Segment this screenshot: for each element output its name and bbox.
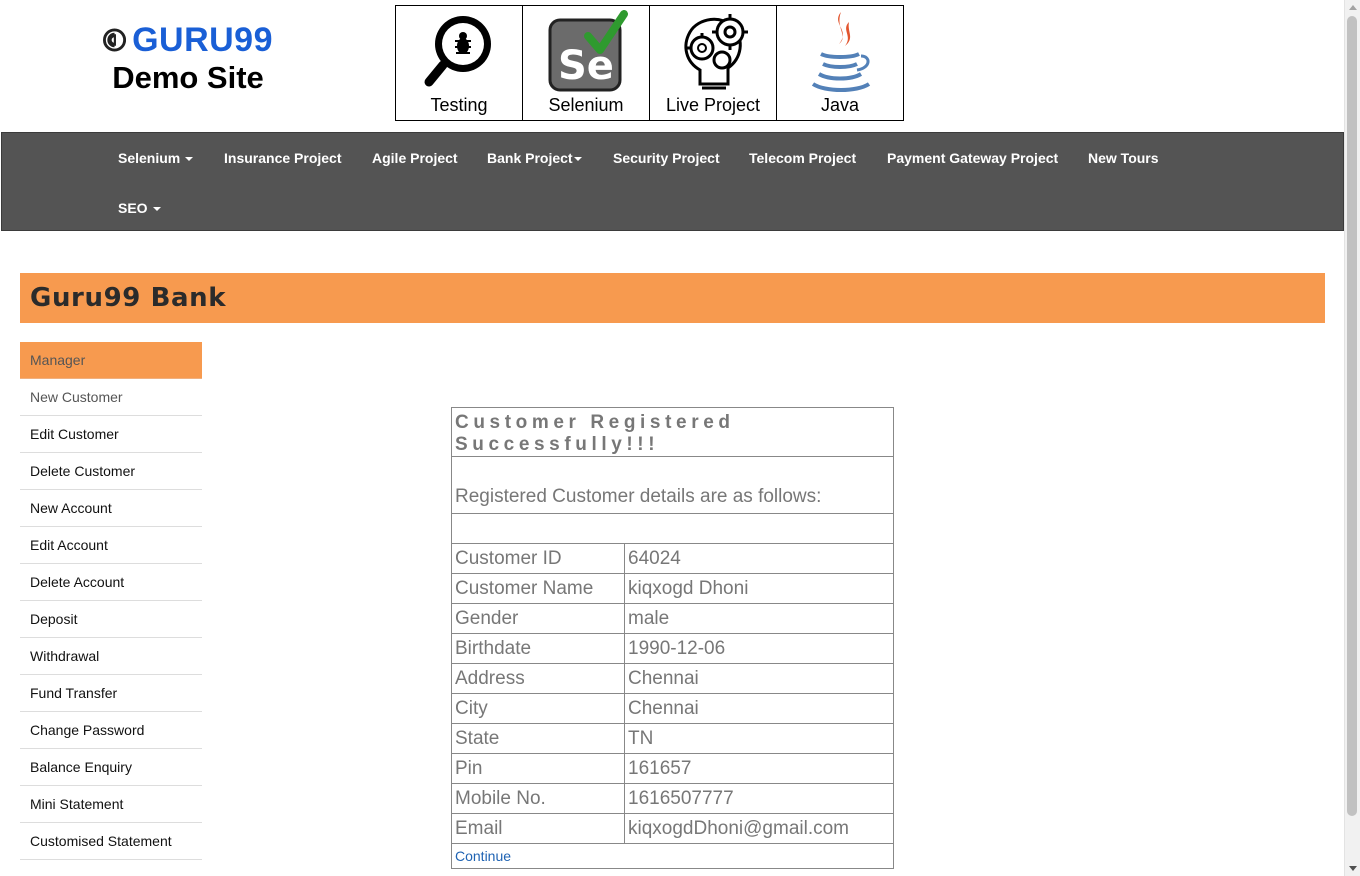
field-label: Email [451, 813, 625, 844]
field-value: 1990-12-06 [624, 633, 894, 664]
nav-new-tours[interactable]: New Tours [1088, 150, 1159, 166]
nav-telecom-project[interactable]: Telecom Project [749, 150, 856, 166]
main-navbar: Selenium Insurance Project Agile Project… [1, 132, 1344, 231]
sidebar-item-withdrawal[interactable]: Withdrawal [20, 638, 202, 675]
field-label: City [451, 693, 625, 724]
topic-selenium[interactable]: Se Selenium [522, 5, 650, 121]
nav-payment-gateway-project[interactable]: Payment Gateway Project [887, 150, 1058, 166]
table-row: Address Chennai [451, 663, 894, 694]
field-value: 64024 [624, 543, 894, 574]
field-label: Gender [451, 603, 625, 634]
magnifier-bug-icon [424, 16, 491, 87]
caret-down-icon [185, 157, 194, 162]
guru99-logo-icon [103, 28, 127, 52]
field-value: Chennai [624, 663, 894, 694]
spacer-row [451, 513, 894, 544]
topic-tiles: Testing Se Selenium Live Project Java [395, 5, 904, 121]
selenium-check-icon: Se [548, 10, 628, 92]
table-row: Gender male [451, 603, 894, 634]
field-value: kiqxogdDhoni@gmail.com [624, 813, 894, 844]
nav-label: Selenium [118, 150, 181, 166]
sidebar-item-mini-statement[interactable]: Mini Statement [20, 786, 202, 823]
field-label: Customer Name [451, 573, 625, 604]
continue-cell: Continue [451, 843, 894, 869]
field-value: 161657 [624, 753, 894, 784]
field-label: Pin [451, 753, 625, 784]
site-title: Demo Site [112, 60, 264, 95]
nav-security-project[interactable]: Security Project [613, 150, 720, 166]
gear-bulb-icon [684, 14, 748, 90]
sidebar-item-new-account[interactable]: New Account [20, 490, 202, 527]
sidebar-item-manager[interactable]: Manager [20, 342, 202, 379]
sidebar-item-balance-enquiry[interactable]: Balance Enquiry [20, 749, 202, 786]
sidebar-item-delete-account[interactable]: Delete Account [20, 564, 202, 601]
topic-live-project[interactable]: Live Project [649, 5, 777, 121]
site-logo[interactable]: GURU99 Demo Site [103, 20, 273, 96]
field-label: Mobile No. [451, 783, 625, 814]
sidebar-item-fund-transfer[interactable]: Fund Transfer [20, 675, 202, 712]
scroll-up-arrow-icon[interactable] [1349, 5, 1357, 10]
topic-label: Java [820, 95, 860, 115]
table-row: Customer ID 64024 [451, 543, 894, 574]
caret-down-icon [573, 157, 582, 162]
table-row: Customer Name kiqxogd Dhoni [451, 573, 894, 604]
field-value: male [624, 603, 894, 634]
table-row: Email kiqxogdDhoni@gmail.com [451, 813, 894, 844]
sidebar-item-deposit[interactable]: Deposit [20, 601, 202, 638]
field-value: TN [624, 723, 894, 754]
nav-label: SEO [118, 200, 148, 216]
table-row: State TN [451, 723, 894, 754]
caret-down-icon [152, 207, 161, 212]
nav-insurance-project[interactable]: Insurance Project [224, 150, 342, 166]
nav-label: Bank Project [487, 150, 573, 166]
scroll-down-arrow-icon[interactable] [1349, 866, 1357, 871]
sidebar-item-edit-customer[interactable]: Edit Customer [20, 416, 202, 453]
field-value: 1616507777 [624, 783, 894, 814]
topic-java[interactable]: Java [776, 5, 904, 121]
sidebar-item-new-customer[interactable]: New Customer [20, 379, 202, 416]
topic-label: Live Project [665, 95, 761, 115]
bank-title: Guru99 Bank [30, 283, 227, 313]
sidebar-item-edit-account[interactable]: Edit Account [20, 527, 202, 564]
field-label: State [451, 723, 625, 754]
field-label: Customer ID [451, 543, 625, 574]
field-label: Address [451, 663, 625, 694]
table-row: Mobile No. 1616507777 [451, 783, 894, 814]
brand-name: GURU99 [132, 21, 273, 59]
field-value: Chennai [624, 693, 894, 724]
table-row: City Chennai [451, 693, 894, 724]
sidebar-item-change-password[interactable]: Change Password [20, 712, 202, 749]
nav-agile-project[interactable]: Agile Project [372, 150, 458, 166]
details-heading: Registered Customer details are as follo… [451, 456, 894, 514]
customer-details-table: Customer Registered Successfully!!! Regi… [451, 407, 894, 869]
bank-header: Guru99 Bank [20, 273, 1325, 323]
table-row: Birthdate 1990-12-06 [451, 633, 894, 664]
vertical-scrollbar[interactable] [1344, 0, 1360, 876]
topic-label: Testing [430, 95, 488, 115]
nav-bank-project-dropdown[interactable]: Bank Project [487, 150, 582, 166]
continue-link[interactable]: Continue [455, 848, 511, 864]
table-row: Pin 161657 [451, 753, 894, 784]
nav-selenium-dropdown[interactable]: Selenium [118, 150, 194, 166]
sidebar-menu: Manager New Customer Edit Customer Delet… [20, 342, 202, 860]
svg-text:Se: Se [558, 43, 614, 89]
field-label: Birthdate [451, 633, 625, 664]
success-message: Customer Registered Successfully!!! [451, 407, 894, 457]
scroll-thumb[interactable] [1347, 16, 1357, 816]
nav-seo-dropdown[interactable]: SEO [118, 200, 161, 216]
sidebar-item-customised-statement[interactable]: Customised Statement [20, 823, 202, 860]
topic-testing[interactable]: Testing [395, 5, 523, 121]
field-value: kiqxogd Dhoni [624, 573, 894, 604]
java-cup-icon [811, 12, 871, 92]
topic-label: Selenium [548, 95, 624, 115]
sidebar-item-delete-customer[interactable]: Delete Customer [20, 453, 202, 490]
